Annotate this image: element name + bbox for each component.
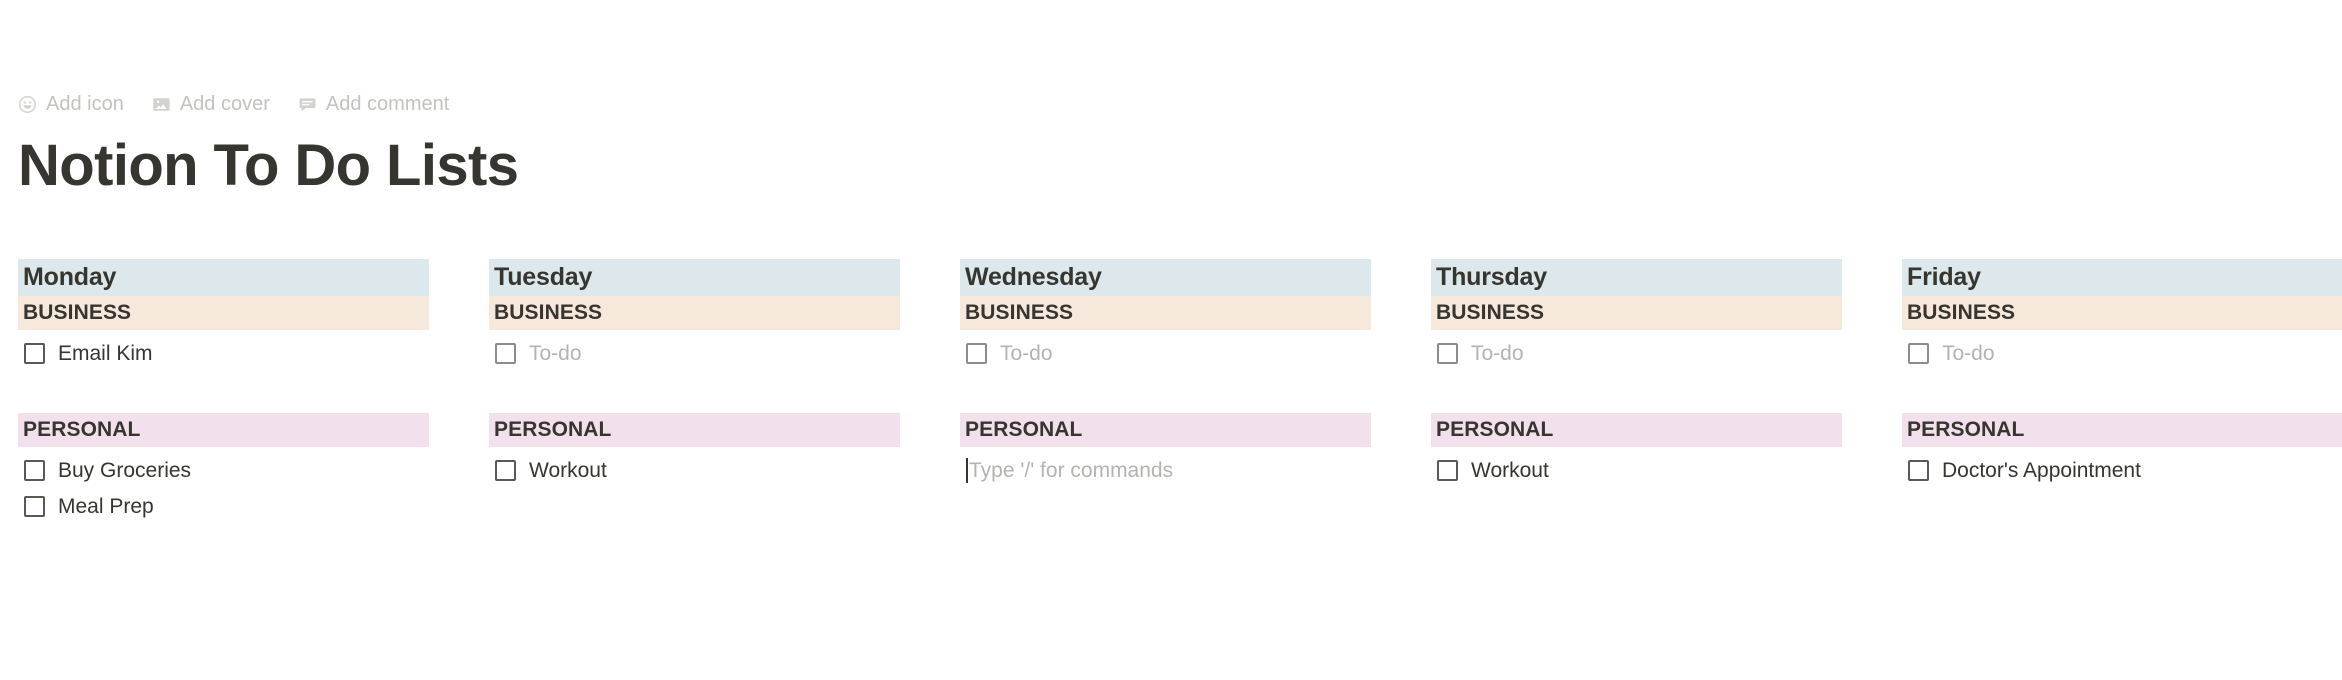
personal-todo-list-wednesday: Type '/' for commands xyxy=(960,447,1371,489)
notion-page: Add icon Add cover Add comment Notion To… xyxy=(0,0,2342,680)
business-header-tuesday[interactable]: BUSINESS xyxy=(489,295,900,330)
todo-checkbox[interactable] xyxy=(24,460,45,482)
todo-item-empty[interactable]: To-do xyxy=(489,336,900,372)
todo-checkbox[interactable] xyxy=(495,460,516,482)
business-todo-list-monday: Email Kim xyxy=(18,330,429,372)
smiley-face-icon xyxy=(18,95,37,114)
todo-checkbox[interactable] xyxy=(1437,343,1458,365)
todo-label: Doctor's Appointment xyxy=(1942,459,2141,483)
add-comment-label: Add comment xyxy=(325,93,450,115)
todo-checkbox[interactable] xyxy=(1437,460,1458,482)
day-column-friday: Friday BUSINESS To-do PERSONAL Doctor's … xyxy=(1902,258,2342,489)
day-header-thursday[interactable]: Thursday xyxy=(1431,258,1842,296)
add-icon-label: Add icon xyxy=(46,93,124,115)
todo-item[interactable]: Workout xyxy=(1431,453,1842,489)
todo-label: Workout xyxy=(1471,459,1549,483)
todo-item[interactable]: Meal Prep xyxy=(18,489,429,525)
personal-todo-list-friday: Doctor's Appointment xyxy=(1902,447,2342,489)
page-controls: Add icon Add cover Add comment xyxy=(18,92,2342,116)
day-header-friday[interactable]: Friday xyxy=(1902,258,2342,296)
personal-todo-list-thursday: Workout xyxy=(1431,447,1842,489)
todo-label: Meal Prep xyxy=(58,495,154,519)
personal-todo-list-tuesday: Workout xyxy=(489,447,900,489)
add-cover-button[interactable]: Add cover xyxy=(152,94,270,114)
business-todo-list-friday: To-do xyxy=(1902,330,2342,372)
business-header-wednesday[interactable]: BUSINESS xyxy=(960,295,1371,330)
personal-header-tuesday[interactable]: PERSONAL xyxy=(489,412,900,447)
block-spacer[interactable] xyxy=(960,372,1371,413)
todo-item-empty[interactable]: To-do xyxy=(1431,336,1842,372)
day-header-wednesday[interactable]: Wednesday xyxy=(960,258,1371,296)
comment-bubble-icon xyxy=(298,95,317,114)
add-icon-button[interactable]: Add icon xyxy=(18,94,124,114)
day-header-monday[interactable]: Monday xyxy=(18,258,429,296)
todo-label: Buy Groceries xyxy=(58,459,192,483)
day-column-wednesday: Wednesday BUSINESS To-do PERSONAL Type '… xyxy=(960,258,1371,489)
business-header-friday[interactable]: BUSINESS xyxy=(1902,295,2342,330)
block-spacer[interactable] xyxy=(489,372,900,413)
todo-item[interactable]: Email Kim xyxy=(18,336,429,372)
personal-header-thursday[interactable]: PERSONAL xyxy=(1431,412,1842,447)
personal-header-wednesday[interactable]: PERSONAL xyxy=(960,412,1371,447)
day-column-tuesday: Tuesday BUSINESS To-do PERSONAL Workout xyxy=(489,258,900,489)
todo-label: Email Kim xyxy=(58,342,153,366)
command-placeholder: Type '/' for commands xyxy=(969,459,1174,483)
business-todo-list-thursday: To-do xyxy=(1431,330,1842,372)
page-title[interactable]: Notion To Do Lists xyxy=(18,135,2342,197)
todo-item-empty[interactable]: To-do xyxy=(960,336,1371,372)
todo-placeholder: To-do xyxy=(1000,342,1053,366)
day-header-tuesday[interactable]: Tuesday xyxy=(489,258,900,296)
todo-item-empty[interactable]: To-do xyxy=(1902,336,2342,372)
todo-checkbox[interactable] xyxy=(24,343,45,365)
todo-placeholder: To-do xyxy=(1471,342,1524,366)
todo-checkbox[interactable] xyxy=(1908,343,1929,365)
active-empty-text-block[interactable]: Type '/' for commands xyxy=(960,453,1371,489)
day-column-monday: Monday BUSINESS Email Kim PERSONAL Buy G… xyxy=(18,258,429,525)
todo-checkbox[interactable] xyxy=(966,343,987,365)
personal-header-friday[interactable]: PERSONAL xyxy=(1902,412,2342,447)
todo-item[interactable]: Doctor's Appointment xyxy=(1902,453,2342,489)
add-comment-button[interactable]: Add comment xyxy=(298,94,449,114)
block-spacer[interactable] xyxy=(1902,372,2342,413)
todo-placeholder: To-do xyxy=(1942,342,1995,366)
personal-header-monday[interactable]: PERSONAL xyxy=(18,412,429,447)
text-caret xyxy=(966,458,968,484)
business-todo-list-wednesday: To-do xyxy=(960,330,1371,372)
day-column-thursday: Thursday BUSINESS To-do PERSONAL Workout xyxy=(1431,258,1842,489)
todo-checkbox[interactable] xyxy=(24,496,45,518)
todo-item[interactable]: Buy Groceries xyxy=(18,453,429,489)
todo-checkbox[interactable] xyxy=(1908,460,1929,482)
block-spacer[interactable] xyxy=(18,372,429,413)
todo-item[interactable]: Workout xyxy=(489,453,900,489)
weekday-columns: Monday BUSINESS Email Kim PERSONAL Buy G… xyxy=(18,258,2342,525)
business-header-thursday[interactable]: BUSINESS xyxy=(1431,295,1842,330)
business-header-monday[interactable]: BUSINESS xyxy=(18,295,429,330)
block-spacer[interactable] xyxy=(1431,372,1842,413)
add-cover-label: Add cover xyxy=(179,93,270,115)
image-icon xyxy=(152,95,171,114)
todo-checkbox[interactable] xyxy=(495,343,516,365)
business-todo-list-tuesday: To-do xyxy=(489,330,900,372)
personal-todo-list-monday: Buy Groceries Meal Prep xyxy=(18,447,429,525)
todo-placeholder: To-do xyxy=(529,342,582,366)
todo-label: Workout xyxy=(529,459,607,483)
